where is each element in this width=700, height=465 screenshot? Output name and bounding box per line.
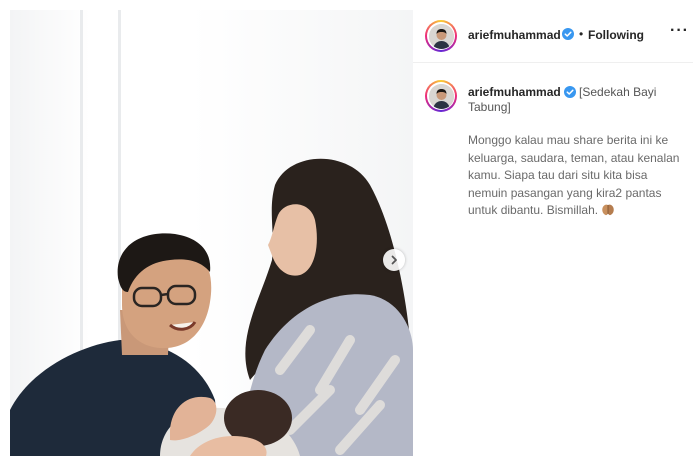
caption-body-text: Monggo kalau mau share berita ini ke kel… [468,133,680,217]
post-photo[interactable] [10,10,413,456]
caption-username[interactable]: ariefmuhammad [468,85,561,99]
following-button[interactable]: Following [588,28,644,42]
author-avatar[interactable] [425,20,457,52]
post-header: ariefmuhammad • Following ··· [413,10,693,63]
caption-author-avatar[interactable] [425,80,457,112]
verified-badge-icon [562,28,574,40]
post-side-panel: ariefmuhammad • Following ··· ariefmuham… [413,10,693,456]
next-photo-button[interactable] [383,249,405,271]
photo-scene [10,158,413,456]
post-caption: ariefmuhammad [Sedekah Bayi Tabung] Mong… [468,85,683,220]
chevron-right-icon [391,255,397,265]
caption-heading: ariefmuhammad [Sedekah Bayi Tabung] [468,85,683,115]
praying-hands-icon [602,204,615,216]
more-options-icon[interactable]: ··· [670,22,689,40]
avatar-image [428,23,454,49]
author-username[interactable]: ariefmuhammad [468,28,561,42]
avatar-image [428,83,454,109]
caption-body: Monggo kalau mau share berita ini ke kel… [468,132,683,220]
verified-badge-icon [563,86,576,98]
separator-dot: • [579,27,584,41]
